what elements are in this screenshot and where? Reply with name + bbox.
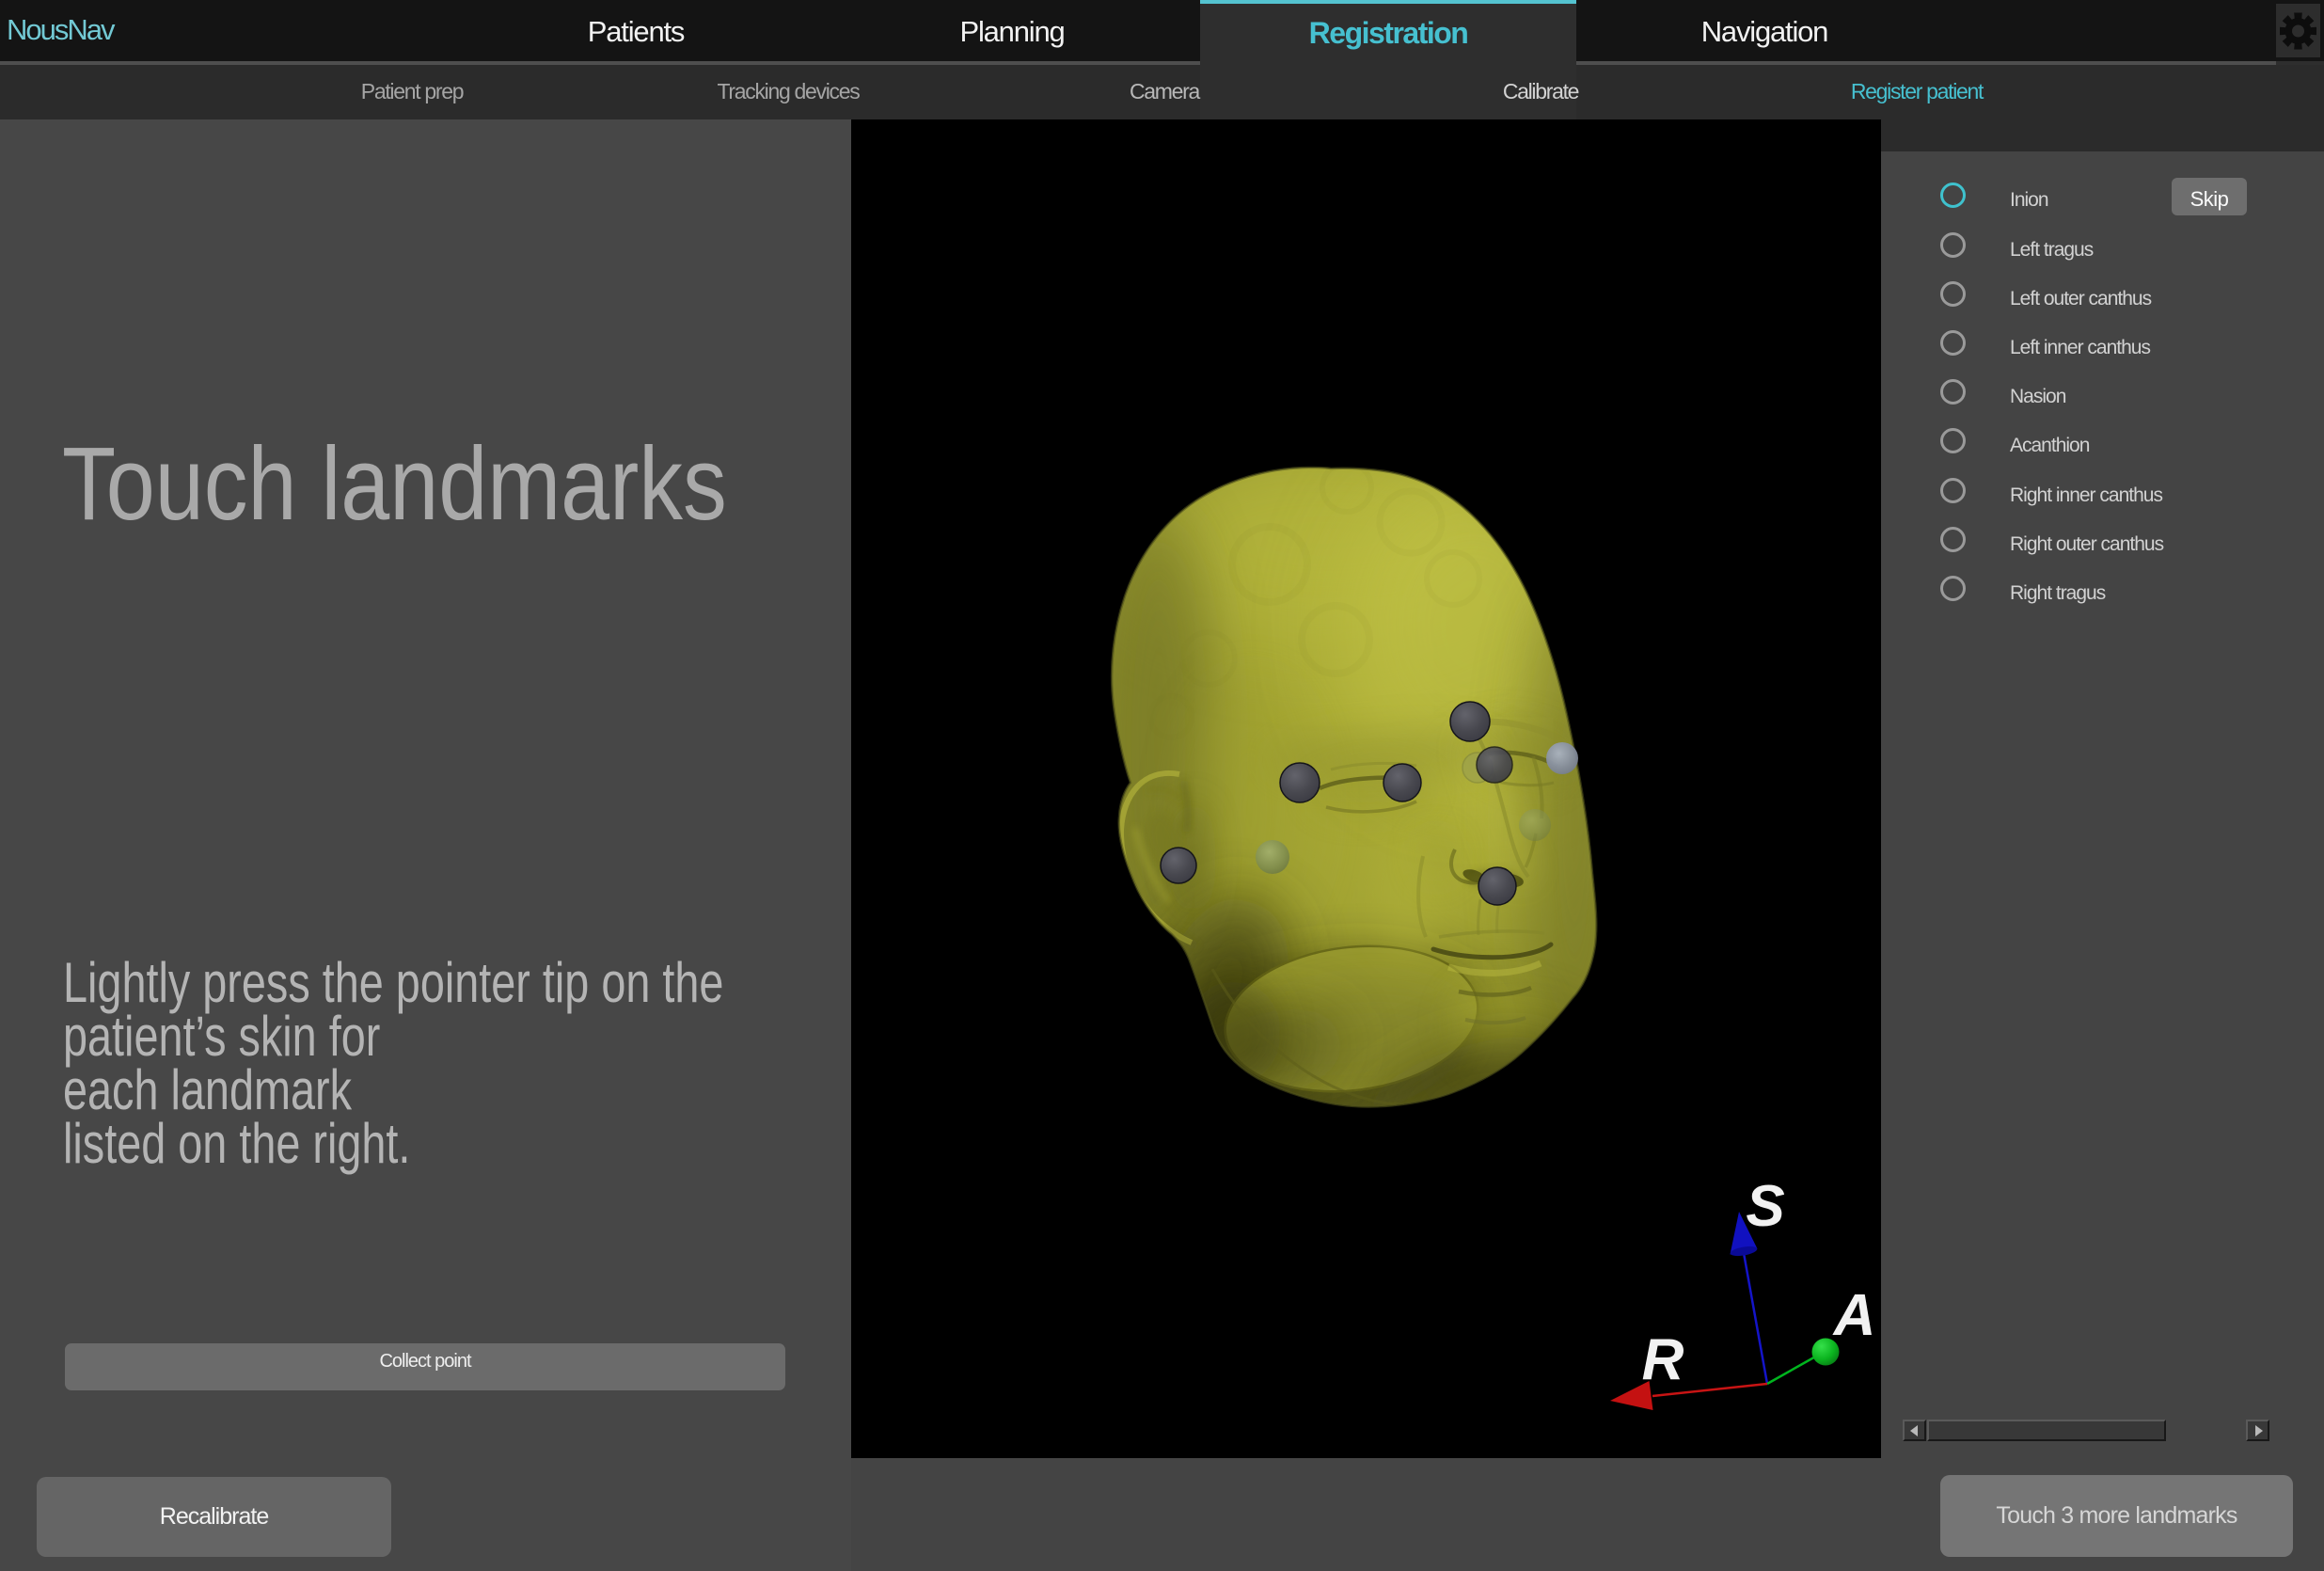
svg-text:S: S — [1746, 1174, 1784, 1239]
svg-text:A: A — [1832, 1283, 1876, 1348]
svg-text:R: R — [1642, 1327, 1684, 1392]
